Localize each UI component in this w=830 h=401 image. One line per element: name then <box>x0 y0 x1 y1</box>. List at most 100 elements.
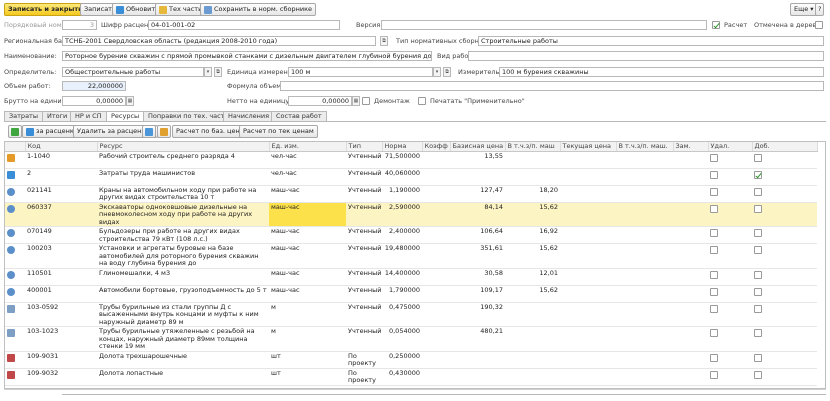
delete-checkbox[interactable] <box>710 170 718 179</box>
cell-base-wage[interactable] <box>505 368 560 386</box>
column-header[interactable]: В т.ч.з/п. маш <box>505 142 561 152</box>
dismount-checkbox[interactable] <box>362 97 370 105</box>
cell-base[interactable] <box>450 351 505 369</box>
cell-coef[interactable] <box>422 202 450 227</box>
delete-checkbox[interactable] <box>710 153 718 162</box>
cell-norm[interactable]: 19,480000 <box>382 243 422 269</box>
add-checkbox[interactable] <box>754 170 762 179</box>
move-button[interactable] <box>157 125 171 138</box>
column-header[interactable]: Зам. <box>673 142 709 152</box>
cell-code[interactable]: 109-9031 <box>25 351 97 369</box>
work-type-field[interactable] <box>468 51 824 61</box>
cell-coef[interactable] <box>422 226 450 244</box>
cell-base-wage[interactable]: 15,62 <box>505 202 560 227</box>
cell-unit[interactable]: чел-час <box>269 168 346 186</box>
cell-base[interactable]: 13,55 <box>450 151 505 169</box>
save-and-close-button[interactable]: Записать и закрыть <box>4 3 87 16</box>
cell-base-wage[interactable]: 15,62 <box>505 285 560 303</box>
cell-name[interactable]: Трубы бурильные утяжеленные с резьбой на… <box>97 326 269 352</box>
cell-unit[interactable]: маш-час <box>269 243 346 269</box>
cell-cur[interactable] <box>560 202 616 227</box>
add-checkbox[interactable] <box>754 353 762 362</box>
tree-mark-checkbox[interactable] <box>815 21 823 29</box>
cell-base-wage[interactable] <box>505 168 560 186</box>
cell-cur[interactable] <box>560 168 616 186</box>
cell-cur[interactable] <box>560 243 616 269</box>
cell-cur-wage[interactable] <box>616 151 673 169</box>
tab-overhead[interactable]: НР и СП <box>70 111 107 121</box>
cell-norm[interactable]: 71,500000 <box>382 151 422 169</box>
cell-cur-wage[interactable] <box>616 351 673 369</box>
table-row[interactable]: 2 Затраты труда машинистов чел-час Учтенный… <box>5 168 817 186</box>
delete-checkbox[interactable] <box>710 329 718 337</box>
cell-code[interactable]: 2 <box>25 168 97 186</box>
cell-code[interactable]: 103-0592 <box>25 302 97 327</box>
cell-base[interactable]: 106,64 <box>450 226 505 244</box>
more-button[interactable]: Еще ▾ <box>790 3 818 16</box>
ordinal-field[interactable]: 3 <box>62 20 97 30</box>
cell-replace[interactable] <box>673 302 708 327</box>
cell-type[interactable]: Учтенный <box>346 185 382 203</box>
copy-button[interactable] <box>142 125 156 138</box>
cell-base[interactable] <box>450 168 505 186</box>
cell-base-wage[interactable] <box>505 326 560 352</box>
table-row[interactable]: 103-0592 Трубы бурильные из стали группы … <box>5 302 817 327</box>
column-header[interactable]: Удал. <box>708 142 753 152</box>
cell-cur-wage[interactable] <box>616 202 673 227</box>
cell-coef[interactable] <box>422 285 450 303</box>
column-header[interactable]: Тип <box>346 142 383 152</box>
cell-base[interactable]: 84,14 <box>450 202 505 227</box>
add-checkbox[interactable] <box>754 153 762 162</box>
cell-replace[interactable] <box>673 151 708 169</box>
cell-base[interactable]: 190,32 <box>450 302 505 327</box>
net-field[interactable]: 0,00000 <box>288 96 352 106</box>
norm-type-field[interactable]: Строительные работы <box>478 36 824 46</box>
add-checkbox[interactable] <box>754 304 762 313</box>
table-row[interactable]: 021141 Краны на автомобильном ходу при ра… <box>5 185 817 203</box>
cell-type[interactable]: Учтенный <box>346 326 382 352</box>
cell-unit[interactable]: м <box>269 326 346 352</box>
cell-name[interactable]: Краны на автомобильном ходу при работе н… <box>97 185 269 203</box>
tech-part-button[interactable]: Тех часть <box>155 3 206 16</box>
cell-base-wage[interactable]: 16,92 <box>505 226 560 244</box>
cell-name[interactable]: Рабочий строитель среднего разряда 4 <box>97 151 269 169</box>
cell-coef[interactable] <box>422 351 450 369</box>
cell-code[interactable]: 400001 <box>25 285 97 303</box>
table-row[interactable]: 1-1040 Рабочий строитель среднего разряда… <box>5 151 817 169</box>
cell-coef[interactable] <box>422 243 450 269</box>
region-field[interactable]: ТСНБ-2001 Свердловская область (редакция… <box>62 36 376 46</box>
cell-cur[interactable] <box>560 326 616 352</box>
cell-unit[interactable]: маш-час <box>269 226 346 244</box>
cell-type[interactable]: Учтенный <box>346 302 382 327</box>
cell-name[interactable]: Глиномешалки, 4 м3 <box>97 268 269 286</box>
add-checkbox[interactable] <box>754 287 762 296</box>
region-open-button[interactable]: ⧉ <box>380 36 388 46</box>
table-row[interactable]: 109-9032 Долота лопастные шт По проекту 0,43… <box>5 368 817 386</box>
cell-cur[interactable] <box>560 226 616 244</box>
cell-code[interactable]: 103-1023 <box>25 326 97 352</box>
cell-unit[interactable]: шт <box>269 351 346 369</box>
cell-norm[interactable]: 40,060000 <box>382 168 422 186</box>
cell-cur-wage[interactable] <box>616 326 673 352</box>
table-row[interactable]: 400001 Автомобили бортовые, грузоподъемно… <box>5 285 817 303</box>
version-field[interactable] <box>381 20 707 30</box>
cell-name[interactable]: Автомобили бортовые, грузоподъемность до… <box>97 285 269 303</box>
cell-type[interactable]: По проекту <box>346 368 382 386</box>
delete-checkbox[interactable] <box>710 187 718 196</box>
calc-current-button[interactable]: Расчет по тек ценам <box>239 125 318 138</box>
add-checkbox[interactable] <box>754 329 762 337</box>
delete-checkbox[interactable] <box>710 270 718 279</box>
cell-cur[interactable] <box>560 351 616 369</box>
cell-code[interactable]: 070149 <box>25 226 97 244</box>
table-row[interactable]: 100203 Установки и агрегаты буровые на ба… <box>5 243 817 269</box>
cell-name[interactable]: Затраты труда машинистов <box>97 168 269 186</box>
table-row[interactable]: 103-1023 Трубы бурильные утяжеленные с ре… <box>5 326 817 352</box>
determinant-field[interactable]: Общестроительные работы <box>62 67 204 77</box>
name-field[interactable]: Роторное бурение скважин с прямой промыв… <box>62 51 432 61</box>
cell-cur[interactable] <box>560 268 616 286</box>
column-header[interactable]: В т.ч.з/п. маш. <box>616 142 674 152</box>
cell-norm[interactable]: 0,250000 <box>382 351 422 369</box>
cell-cur-wage[interactable] <box>616 243 673 269</box>
cell-unit[interactable]: маш-час <box>269 285 346 303</box>
cell-code[interactable]: 110501 <box>25 268 97 286</box>
